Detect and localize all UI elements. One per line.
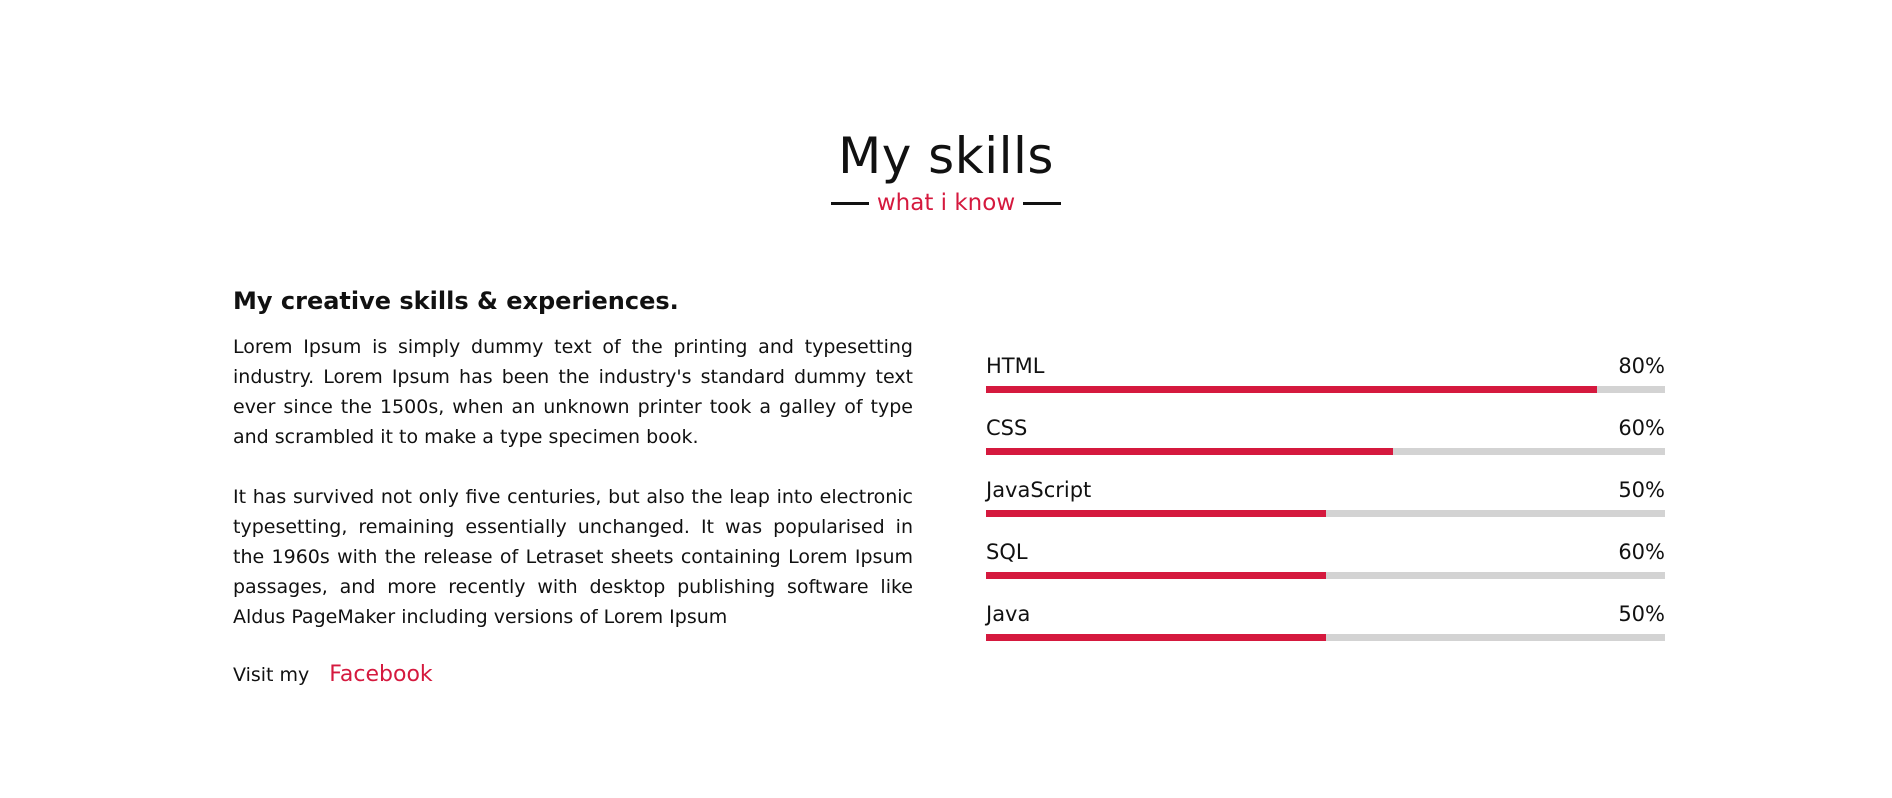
skill-progress-track	[986, 448, 1665, 455]
skill-progress-track	[986, 386, 1665, 393]
skill-css: CSS 60%	[986, 414, 1665, 455]
skill-progress-fill	[986, 572, 1326, 579]
skill-percent: 50%	[1618, 478, 1665, 502]
skill-progress-track	[986, 510, 1665, 517]
skill-percent: 80%	[1618, 354, 1665, 378]
about-column: My creative skills & experiences. Lorem …	[233, 284, 913, 687]
skill-progress-track	[986, 572, 1665, 579]
skill-name: Java	[986, 602, 1031, 626]
skill-progress-fill	[986, 634, 1326, 641]
skill-progress-fill	[986, 386, 1598, 393]
skills-list: HTML 80% CSS 60% JavaScript 50% SQL 60%	[986, 352, 1665, 662]
skill-header: JavaScript 50%	[986, 476, 1665, 504]
facebook-link[interactable]: Facebook	[329, 662, 432, 687]
skill-name: CSS	[986, 416, 1028, 440]
subtitle-left-line	[830, 201, 869, 205]
skill-percent: 50%	[1618, 602, 1665, 626]
skill-progress-fill	[986, 510, 1326, 517]
about-paragraph: Lorem Ipsum is simply dummy text of the …	[233, 336, 913, 448]
skill-name: HTML	[986, 354, 1045, 378]
skill-header: Java 50%	[986, 600, 1665, 628]
skill-percent: 60%	[1618, 540, 1665, 564]
skill-name: SQL	[986, 540, 1028, 564]
skill-java: Java 50%	[986, 600, 1665, 641]
skill-header: CSS 60%	[986, 414, 1665, 442]
section-subtitle-row: what i know	[0, 188, 1892, 218]
skill-percent: 60%	[1618, 416, 1665, 440]
skill-javascript: JavaScript 50%	[986, 476, 1665, 517]
subtitle-right-line	[1023, 201, 1062, 205]
about-paragraph: It has survived not only five centuries,…	[233, 486, 913, 628]
skill-header: HTML 80%	[986, 352, 1665, 380]
skill-sql: SQL 60%	[986, 538, 1665, 579]
section-title: My skills	[838, 127, 1054, 185]
skill-progress-track	[986, 634, 1665, 641]
skill-progress-fill	[986, 448, 1394, 455]
skills-section-header: My skills what i know	[0, 128, 1892, 218]
visit-prefix: Visit my	[233, 664, 310, 686]
skill-name: JavaScript	[986, 478, 1092, 502]
skill-html: HTML 80%	[986, 352, 1665, 393]
skill-header: SQL 60%	[986, 538, 1665, 566]
about-heading: My creative skills & experiences.	[233, 287, 679, 315]
visit-row: Visit my Facebook	[233, 662, 913, 687]
section-subtitle: what i know	[876, 190, 1016, 216]
